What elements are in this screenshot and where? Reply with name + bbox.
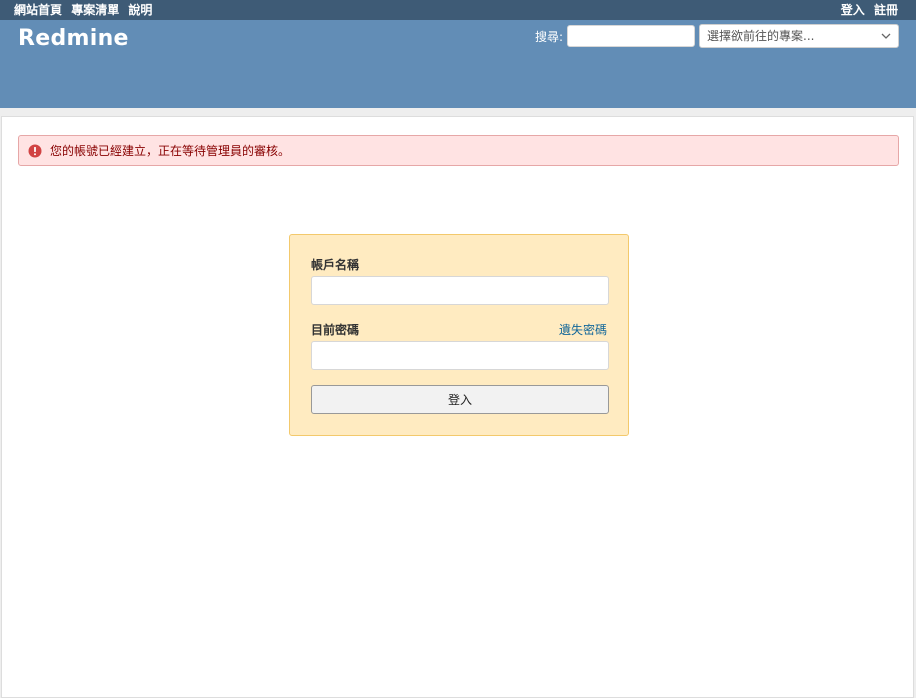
header: Redmine 搜尋: 選擇欲前往的專案... bbox=[0, 20, 916, 108]
login-form: 帳戶名稱 目前密碼 遺失密碼 登入 bbox=[289, 234, 629, 436]
top-menu-home-link[interactable]: 網站首頁 bbox=[14, 3, 62, 17]
register-link[interactable]: 註冊 bbox=[874, 3, 898, 17]
top-menu-help-link[interactable]: 說明 bbox=[128, 3, 152, 17]
top-menu: 網站首頁 專案清單 說明 登入 註冊 bbox=[0, 0, 916, 20]
error-circle-icon bbox=[28, 144, 42, 158]
top-menu-projects-link[interactable]: 專案清單 bbox=[71, 3, 119, 17]
password-input[interactable] bbox=[311, 341, 609, 370]
sign-in-link[interactable]: 登入 bbox=[841, 3, 865, 17]
site-title: Redmine bbox=[18, 26, 129, 51]
search-label[interactable]: 搜尋: bbox=[535, 28, 563, 45]
project-jump-select[interactable]: 選擇欲前往的專案... bbox=[699, 24, 899, 48]
username-label: 帳戶名稱 bbox=[311, 258, 360, 272]
flash-message: 您的帳號已經建立，正在等待管理員的審核。 bbox=[50, 144, 291, 158]
login-button[interactable]: 登入 bbox=[311, 385, 609, 414]
content: 您的帳號已經建立，正在等待管理員的審核。 帳戶名稱 目前密碼 遺失密碼 登入 bbox=[1, 116, 914, 698]
lost-password-link[interactable]: 遺失密碼 bbox=[559, 321, 607, 338]
project-jump-label: 選擇欲前往的專案... bbox=[707, 29, 815, 43]
quick-search: 搜尋: 選擇欲前往的專案... bbox=[535, 24, 899, 48]
top-menu-left: 網站首頁 專案清單 說明 bbox=[14, 0, 157, 20]
main: 您的帳號已經建立，正在等待管理員的審核。 帳戶名稱 目前密碼 遺失密碼 登入 bbox=[0, 108, 916, 698]
search-input[interactable] bbox=[567, 25, 695, 47]
account-menu: 登入 註冊 bbox=[836, 0, 898, 20]
password-label: 目前密碼 bbox=[311, 323, 360, 337]
chevron-down-icon bbox=[880, 25, 892, 47]
username-input[interactable] bbox=[311, 276, 609, 305]
error-flash: 您的帳號已經建立，正在等待管理員的審核。 bbox=[18, 135, 899, 166]
